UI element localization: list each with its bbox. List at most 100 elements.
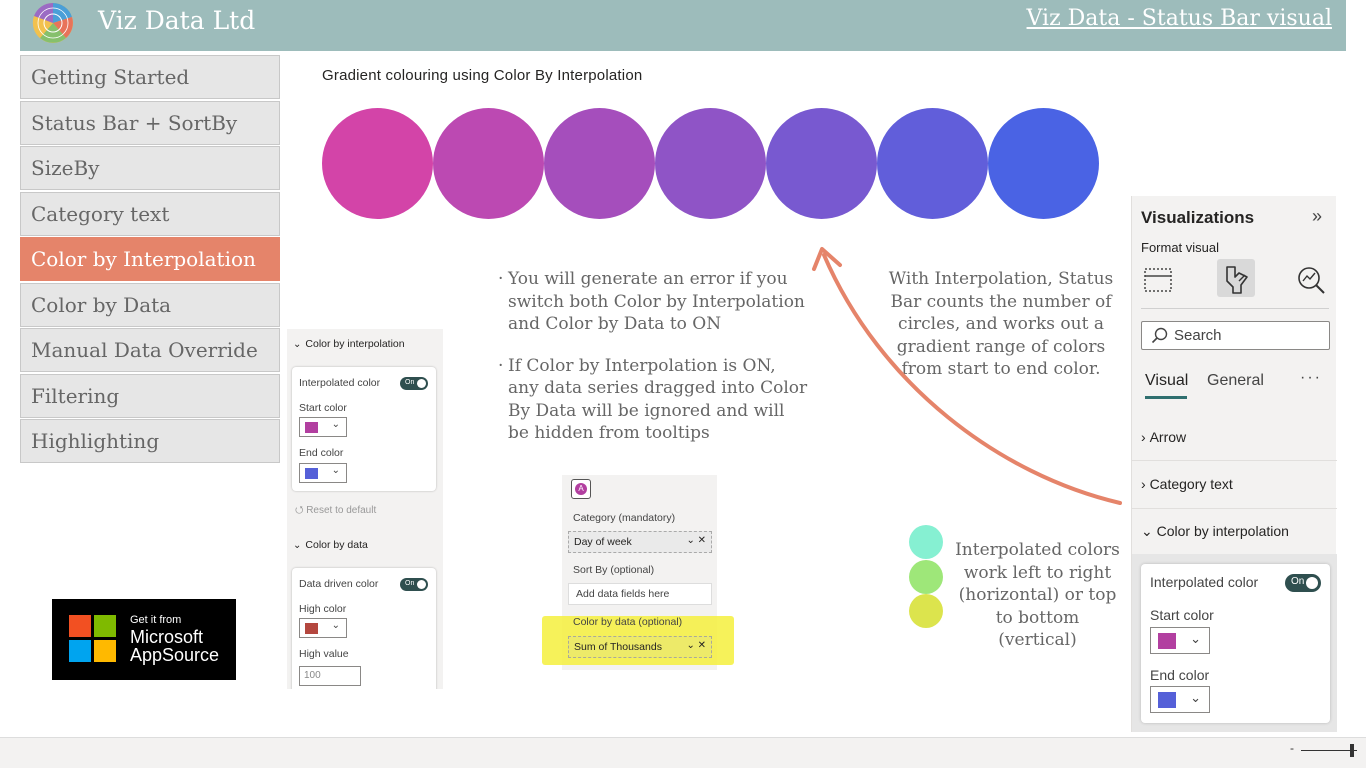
colorby-label: Color by data (optional): [573, 616, 683, 628]
gradient-circle[interactable]: [433, 108, 544, 219]
reset-to-default-button[interactable]: ⭯ Reset to default: [295, 503, 376, 520]
zoom-out-button[interactable]: -: [1290, 741, 1294, 755]
category-field[interactable]: Day of week ⌄ ✕: [568, 531, 712, 553]
data-driven-color-label: Data driven color: [299, 578, 379, 590]
section-color-by-interpolation[interactable]: ⌄ Color by interpolation: [1141, 523, 1289, 540]
tab-general[interactable]: General: [1207, 372, 1264, 390]
remove-icon[interactable]: ⌄ ✕: [686, 640, 706, 651]
gradient-circle[interactable]: [544, 108, 655, 219]
interpolated-color-label: Interpolated color: [299, 377, 381, 389]
appsource-badge[interactable]: Get it from Microsoft AppSource: [52, 599, 236, 680]
high-color-picker[interactable]: ⌄: [299, 618, 347, 638]
page-navigation: Getting Started Status Bar + SortBy Size…: [20, 55, 280, 465]
interpolation-card: Interpolated color On Start color ⌄ End …: [1141, 564, 1330, 723]
search-input[interactable]: Search: [1141, 321, 1330, 350]
end-color-picker[interactable]: ⌄: [1150, 686, 1210, 713]
colorby-field[interactable]: Sum of Thousands ⌄ ✕: [568, 636, 712, 658]
nav-getting-started[interactable]: Getting Started: [20, 55, 280, 99]
search-placeholder: Search: [1174, 327, 1222, 344]
tab-visual[interactable]: Visual: [1145, 372, 1188, 390]
interpolated-dot[interactable]: [909, 594, 943, 628]
badge-get-it-from: Get it from: [130, 614, 182, 626]
end-color-swatch: [1158, 692, 1176, 708]
nav-manual-data-override[interactable]: Manual Data Override: [20, 328, 280, 372]
section-color-by-data[interactable]: ⌄ Color by data: [293, 539, 368, 551]
visualizations-pane: Visualizations » Format visual Search Vi…: [1131, 196, 1337, 732]
nav-filtering[interactable]: Filtering: [20, 373, 280, 418]
more-options-icon[interactable]: ···: [1300, 369, 1322, 387]
end-color-swatch: [305, 468, 318, 479]
high-value-input[interactable]: 100: [299, 666, 361, 686]
section-category-text[interactable]: › Category text: [1141, 476, 1233, 492]
end-color-label: End color: [299, 447, 344, 459]
chevron-down-icon: ⌄: [293, 339, 302, 350]
nav-sizeby[interactable]: SizeBy: [20, 146, 280, 190]
viz-data-logo-icon: [32, 2, 73, 43]
chevron-down-icon: ⌄: [331, 620, 340, 631]
note-bullet: If Color by Interpolation is ON, any dat…: [498, 355, 808, 445]
gradient-circle[interactable]: [988, 108, 1099, 219]
section-arrow[interactable]: › Arrow: [1141, 429, 1186, 445]
chevron-down-icon: ⌄: [1190, 631, 1201, 646]
start-color-swatch: [305, 422, 318, 433]
remove-icon[interactable]: ⌄ ✕: [686, 535, 706, 546]
expand-pane-icon[interactable]: »: [1312, 206, 1322, 227]
nav-category-text[interactable]: Category text: [20, 191, 280, 236]
interpolated-color-toggle[interactable]: On: [400, 377, 428, 390]
header-bar: Viz Data Ltd Viz Data - Status Bar visua…: [20, 0, 1346, 51]
chevron-down-icon: ⌄: [331, 419, 340, 430]
company-name: Viz Data Ltd: [98, 6, 256, 35]
status-bar: -: [0, 737, 1366, 768]
interpolated-dot[interactable]: [909, 525, 943, 559]
zoom-slider-track[interactable]: [1301, 750, 1357, 751]
format-visual-label: Format visual: [1141, 240, 1220, 255]
start-color-label: Start color: [299, 402, 347, 414]
tab-visual-underline: [1145, 396, 1187, 399]
zoom-slider-thumb[interactable]: [1350, 744, 1354, 757]
nav-status-bar-sortby[interactable]: Status Bar + SortBy: [20, 100, 280, 145]
interpolation-card: Interpolated color On Start color ⌄ End …: [292, 367, 436, 491]
start-color-picker[interactable]: ⌄: [1150, 627, 1210, 654]
sortby-label: Sort By (optional): [573, 564, 655, 576]
gradient-circle[interactable]: [877, 108, 988, 219]
end-color-picker[interactable]: ⌄: [299, 463, 347, 483]
interpolated-dot[interactable]: [909, 560, 943, 594]
chevron-down-icon: ⌄: [1190, 690, 1201, 705]
start-color-label: Start color: [1150, 607, 1214, 623]
analytics-icon[interactable]: [1294, 263, 1328, 297]
chevron-right-icon: ›: [1141, 429, 1150, 445]
chevron-down-icon: ⌄: [293, 540, 302, 551]
visualizations-title: Visualizations: [1141, 208, 1255, 227]
data-driven-color-toggle[interactable]: On: [400, 578, 428, 591]
start-color-picker[interactable]: ⌄: [299, 417, 347, 437]
gradient-title: Gradient colouring using Color By Interp…: [322, 67, 643, 84]
gradient-circle[interactable]: [766, 108, 877, 219]
interpolation-notes: You will generate an error if you switch…: [498, 268, 808, 464]
nav-color-by-interpolation[interactable]: Color by Interpolation: [20, 237, 280, 281]
gradient-circle[interactable]: [322, 108, 433, 219]
end-color-label: End color: [1150, 667, 1210, 683]
sortby-drop-zone[interactable]: Add data fields here: [568, 583, 712, 605]
chevron-right-icon: ›: [1141, 476, 1150, 492]
interpolated-color-toggle[interactable]: On: [1285, 574, 1321, 592]
search-icon: [1151, 327, 1168, 344]
status-bar-visual-link[interactable]: Viz Data - Status Bar visual: [1027, 6, 1332, 31]
divider: [1132, 508, 1337, 509]
dots-description: Interpolated colors work left to right (…: [955, 540, 1120, 650]
visual-icon: A: [571, 479, 591, 499]
gradient-circle[interactable]: [655, 108, 766, 219]
nav-color-by-data[interactable]: Color by Data: [20, 282, 280, 327]
badge-appsource: AppSource: [130, 645, 220, 665]
divider: [1132, 460, 1337, 461]
chevron-down-icon: ⌄: [331, 465, 340, 476]
undo-icon: ⭯: [295, 505, 307, 516]
format-brush-icon: [1226, 266, 1248, 294]
start-color-swatch: [1158, 633, 1176, 649]
high-color-swatch: [305, 623, 318, 634]
section-color-by-interpolation[interactable]: ⌄ Color by interpolation: [293, 338, 405, 350]
high-value-label: High value: [299, 648, 349, 660]
curved-arrow-icon: [812, 247, 1122, 505]
nav-highlighting[interactable]: Highlighting: [20, 419, 280, 463]
chevron-down-icon: ⌄: [1141, 523, 1157, 539]
build-visual-icon[interactable]: [1142, 263, 1176, 297]
